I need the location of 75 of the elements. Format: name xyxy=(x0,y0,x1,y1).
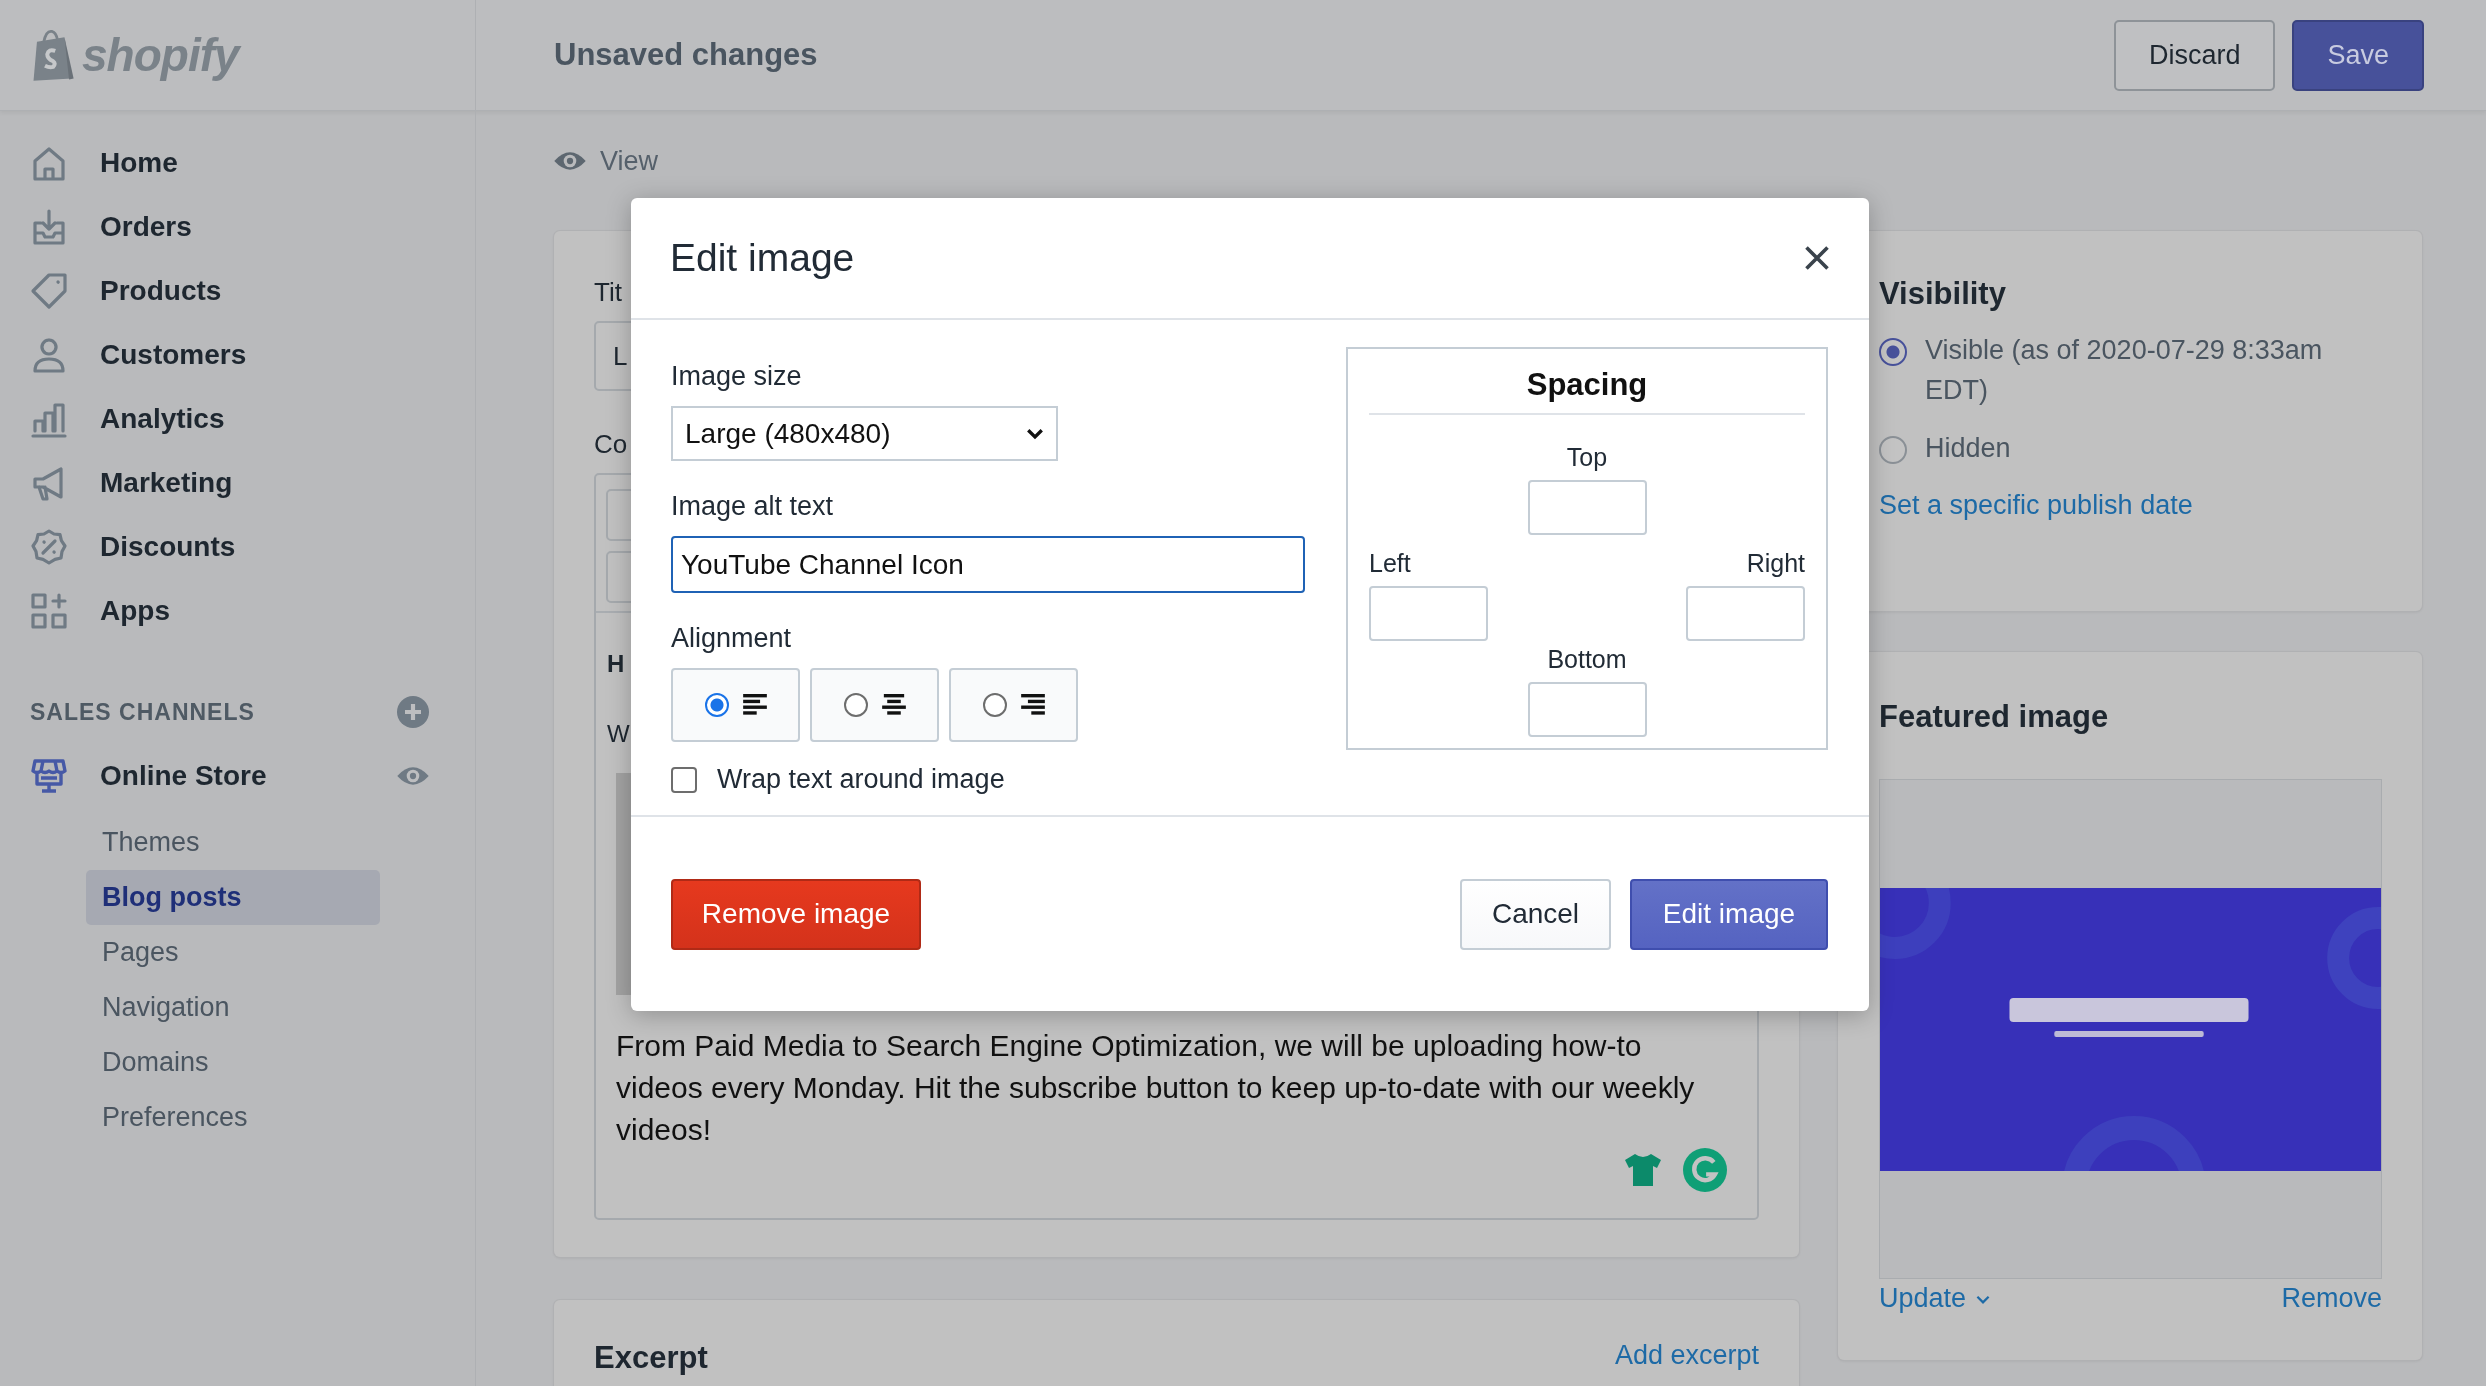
field-label: Tit xyxy=(594,277,622,307)
field-label: Co xyxy=(594,429,628,459)
tshirt-icon[interactable] xyxy=(1623,1152,1663,1188)
field-label: Right xyxy=(1746,549,1805,578)
nav-subitem[interactable]: Pages xyxy=(86,925,380,980)
discard-button[interactable]: Discard xyxy=(2113,19,2276,91)
nav-item[interactable]: Marketing xyxy=(0,451,475,515)
eye-icon[interactable] xyxy=(397,765,429,787)
image-size-select[interactable]: Large (480x480) xyxy=(671,406,1058,461)
checkbox-label: Wrap text around image xyxy=(717,764,1005,795)
radio-button[interactable] xyxy=(1879,436,1907,464)
spacing-field[interactable] xyxy=(1527,682,1647,737)
add-excerpt-link[interactable]: Add excerpt xyxy=(1614,1340,1759,1371)
cancel-button[interactable]: Cancel xyxy=(1460,878,1611,950)
section-heading: SALES CHANNELS xyxy=(30,698,255,726)
alignment-option[interactable] xyxy=(671,668,800,742)
radio-label: Hidden xyxy=(1925,432,2011,465)
field-label: Left xyxy=(1369,549,1411,578)
post-paragraph: From Paid Media to Search Engine Optimization, we will be uploading how-to videos every Monday. Hit the subscribe button to keep up-to-date with our weekly videos! xyxy=(616,1028,1696,1148)
card-title: Featured image xyxy=(1879,699,2109,735)
alt-text-field[interactable]: YouTube Channel Icon xyxy=(671,536,1305,593)
editor-text: H xyxy=(607,650,625,678)
publish-date-link[interactable]: Set a specific publish date xyxy=(1879,490,2193,521)
spacing-field[interactable] xyxy=(1527,480,1647,535)
align-left-icon xyxy=(742,694,767,716)
radio-button[interactable] xyxy=(843,693,868,717)
spacing-field[interactable] xyxy=(1369,586,1488,641)
discount-icon xyxy=(29,527,69,567)
radio-button[interactable] xyxy=(1879,338,1907,366)
store-icon xyxy=(29,756,69,796)
tag-icon xyxy=(29,271,69,311)
nav-item[interactable]: Online Store xyxy=(0,744,267,808)
nav-subitem[interactable]: Domains xyxy=(86,1035,380,1090)
add-icon[interactable] xyxy=(397,696,429,728)
eye-icon xyxy=(554,150,586,172)
nav-item[interactable]: Analytics xyxy=(0,387,475,451)
spacing-field[interactable] xyxy=(1686,586,1805,641)
nav-item[interactable]: Apps xyxy=(0,579,475,643)
align-right-icon xyxy=(1020,694,1045,716)
align-center-icon xyxy=(881,694,906,716)
field-label: Image size xyxy=(671,361,802,392)
editor-text: W xyxy=(607,720,630,748)
card-title: Excerpt xyxy=(594,1340,708,1376)
nav-item[interactable]: Customers xyxy=(0,323,475,387)
nav-subitem[interactable]: Navigation xyxy=(86,980,380,1035)
nav-subitem[interactable]: Blog posts xyxy=(86,870,380,925)
remove-link[interactable]: Remove xyxy=(2281,1283,2382,1314)
radio-button[interactable] xyxy=(704,693,729,717)
field-label: Bottom xyxy=(1547,645,1627,674)
field-label: Image alt text xyxy=(671,491,834,522)
field-label: Alignment xyxy=(671,623,792,654)
radio-button[interactable] xyxy=(982,693,1007,717)
confirm-button[interactable]: Edit image xyxy=(1630,878,1828,950)
apps-icon xyxy=(29,591,69,631)
nav-item[interactable]: Discounts xyxy=(0,515,475,579)
update-link[interactable]: Update xyxy=(1879,1283,1991,1314)
nav-subitem[interactable]: Themes xyxy=(86,815,380,870)
panel-title: Spacing xyxy=(1526,367,1648,404)
alignment-option[interactable] xyxy=(949,668,1078,742)
page-status-title: Unsaved changes xyxy=(554,37,818,73)
nav-item[interactable]: Orders xyxy=(0,195,475,259)
nav-subitem[interactable]: Preferences xyxy=(86,1090,380,1145)
dialog-title: Edit image xyxy=(670,236,855,280)
field-label: Top xyxy=(1566,443,1608,472)
chevron-icon xyxy=(1026,427,1044,440)
alignment-option[interactable] xyxy=(810,668,939,742)
remove-button[interactable]: Remove image xyxy=(671,878,921,950)
caret-icon xyxy=(1976,1295,1991,1305)
save-button[interactable]: Save xyxy=(2292,19,2424,91)
nav-item[interactable]: Home xyxy=(0,131,475,195)
nav-item[interactable]: Products xyxy=(0,259,475,323)
card-title: Visibility xyxy=(1879,276,2006,312)
view-link[interactable]: View xyxy=(600,145,659,177)
radio-label: Visible (as of 2020-07-29 8:33am EDT) xyxy=(1925,334,2324,407)
checkbox[interactable] xyxy=(671,766,697,793)
